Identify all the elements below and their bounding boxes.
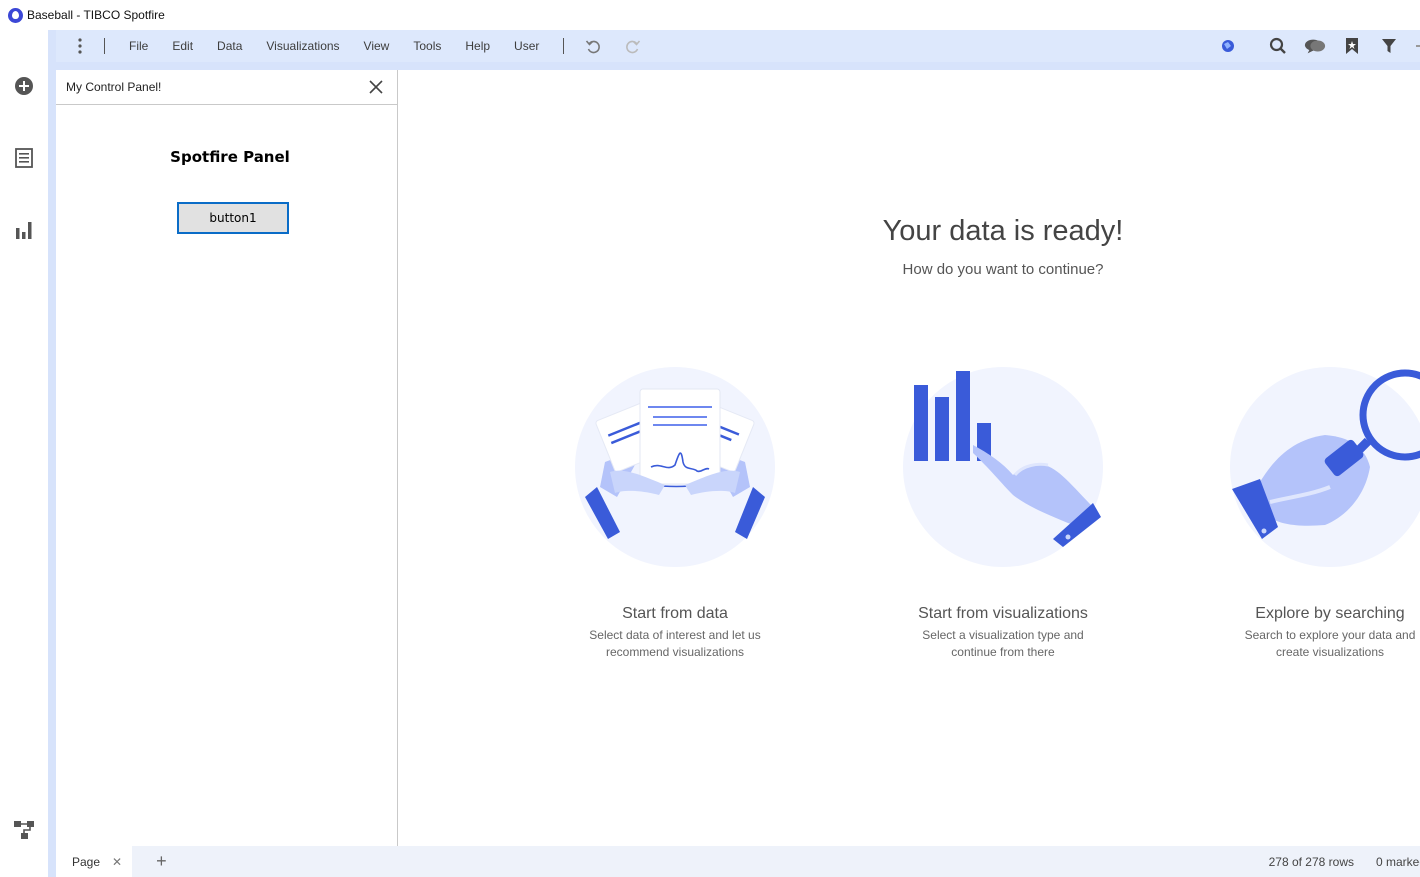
menu-view[interactable]: View (352, 39, 402, 53)
menu-file[interactable]: File (117, 39, 160, 53)
menu-separator (104, 38, 105, 54)
filter-icon[interactable] (1378, 35, 1400, 57)
overflow-icon[interactable] (1412, 35, 1420, 57)
menu-visualizations[interactable]: Visualizations (254, 39, 351, 53)
control-panel-title: My Control Panel! (66, 80, 162, 94)
network-icon[interactable] (1217, 35, 1239, 57)
card-description-line: recommend visualizations (605, 645, 745, 659)
tab-page-label: Page (72, 854, 101, 869)
collaboration-icon[interactable] (1304, 35, 1326, 57)
bookmark-icon[interactable] (1341, 35, 1363, 57)
welcome-area: Your data is ready! How do you want to c… (398, 70, 1420, 846)
card-description-line: Select data of interest and let us (589, 628, 761, 642)
undo-icon[interactable] (582, 35, 604, 57)
bar-chart-pointing-hand-icon (903, 367, 1103, 567)
menubar-right-tools (1202, 30, 1420, 62)
menubar: File Edit Data Visualizations View Tools… (56, 30, 1420, 62)
more-options-icon[interactable] (56, 38, 104, 54)
left-rail (0, 30, 48, 877)
start-from-visualizations-card[interactable]: Start from visualizations Select a visua… (873, 367, 1133, 661)
card-description-line: Search to explore your data and (1244, 628, 1416, 642)
menu-data[interactable]: Data (205, 39, 254, 53)
rail-divider (48, 30, 56, 877)
card-title: Explore by searching (1255, 605, 1405, 622)
menubar-underline (56, 62, 1420, 70)
data-canvas-icon[interactable] (13, 819, 35, 841)
card-title: Start from visualizations (918, 605, 1088, 622)
marked-status: 0 marked (1376, 854, 1420, 869)
card-description-line: continue from there (951, 645, 1055, 659)
welcome-subtitle: How do you want to continue? (902, 261, 1104, 278)
card-title: Start from data (622, 605, 728, 622)
window-title: Baseball - TIBCO Spotfire (27, 8, 165, 22)
tab-page[interactable]: Page ✕ (56, 846, 133, 877)
add-icon[interactable] (13, 75, 35, 97)
close-icon[interactable] (365, 76, 387, 98)
start-from-data-card[interactable]: Start from data Select data of interest … (545, 367, 805, 661)
control-panel-header: My Control Panel! (56, 70, 397, 105)
card-description: Search to explore your data and create v… (1200, 627, 1420, 661)
menu-edit[interactable]: Edit (160, 39, 205, 53)
bottom-bar: Page ✕ + 278 of 278 rows 0 marked (56, 846, 1420, 877)
documents-in-hands-icon (575, 367, 775, 567)
card-description-line: create visualizations (1275, 645, 1385, 659)
card-description: Select data of interest and let us recom… (545, 627, 805, 661)
menu-tools[interactable]: Tools (401, 39, 453, 53)
spotfire-logo-icon (8, 7, 23, 23)
close-tab-icon[interactable]: ✕ (112, 855, 122, 869)
data-table-icon[interactable] (13, 147, 35, 169)
menu-user[interactable]: User (502, 39, 551, 53)
button1[interactable]: button1 (177, 202, 289, 234)
menu-separator (563, 38, 565, 54)
card-description: Select a visualization type and continue… (873, 627, 1133, 661)
window-titlebar: Baseball - TIBCO Spotfire (0, 0, 1420, 30)
card-description-line: Select a visualization type and (922, 628, 1084, 642)
explore-by-searching-card[interactable]: Explore by searching Search to explore y… (1200, 367, 1420, 661)
rows-status: 278 of 278 rows (1268, 854, 1354, 869)
control-panel-heading: Spotfire Panel (170, 148, 290, 166)
redo-icon[interactable] (622, 35, 644, 57)
search-icon[interactable] (1267, 35, 1289, 57)
magnifier-in-hand-icon (1230, 367, 1420, 567)
welcome-title: Your data is ready! (882, 215, 1124, 247)
visualizations-icon[interactable] (13, 219, 35, 241)
control-panel: My Control Panel! Spotfire Panel button1 (56, 70, 398, 846)
add-page-icon[interactable]: + (156, 851, 167, 872)
menu-help[interactable]: Help (453, 39, 502, 53)
